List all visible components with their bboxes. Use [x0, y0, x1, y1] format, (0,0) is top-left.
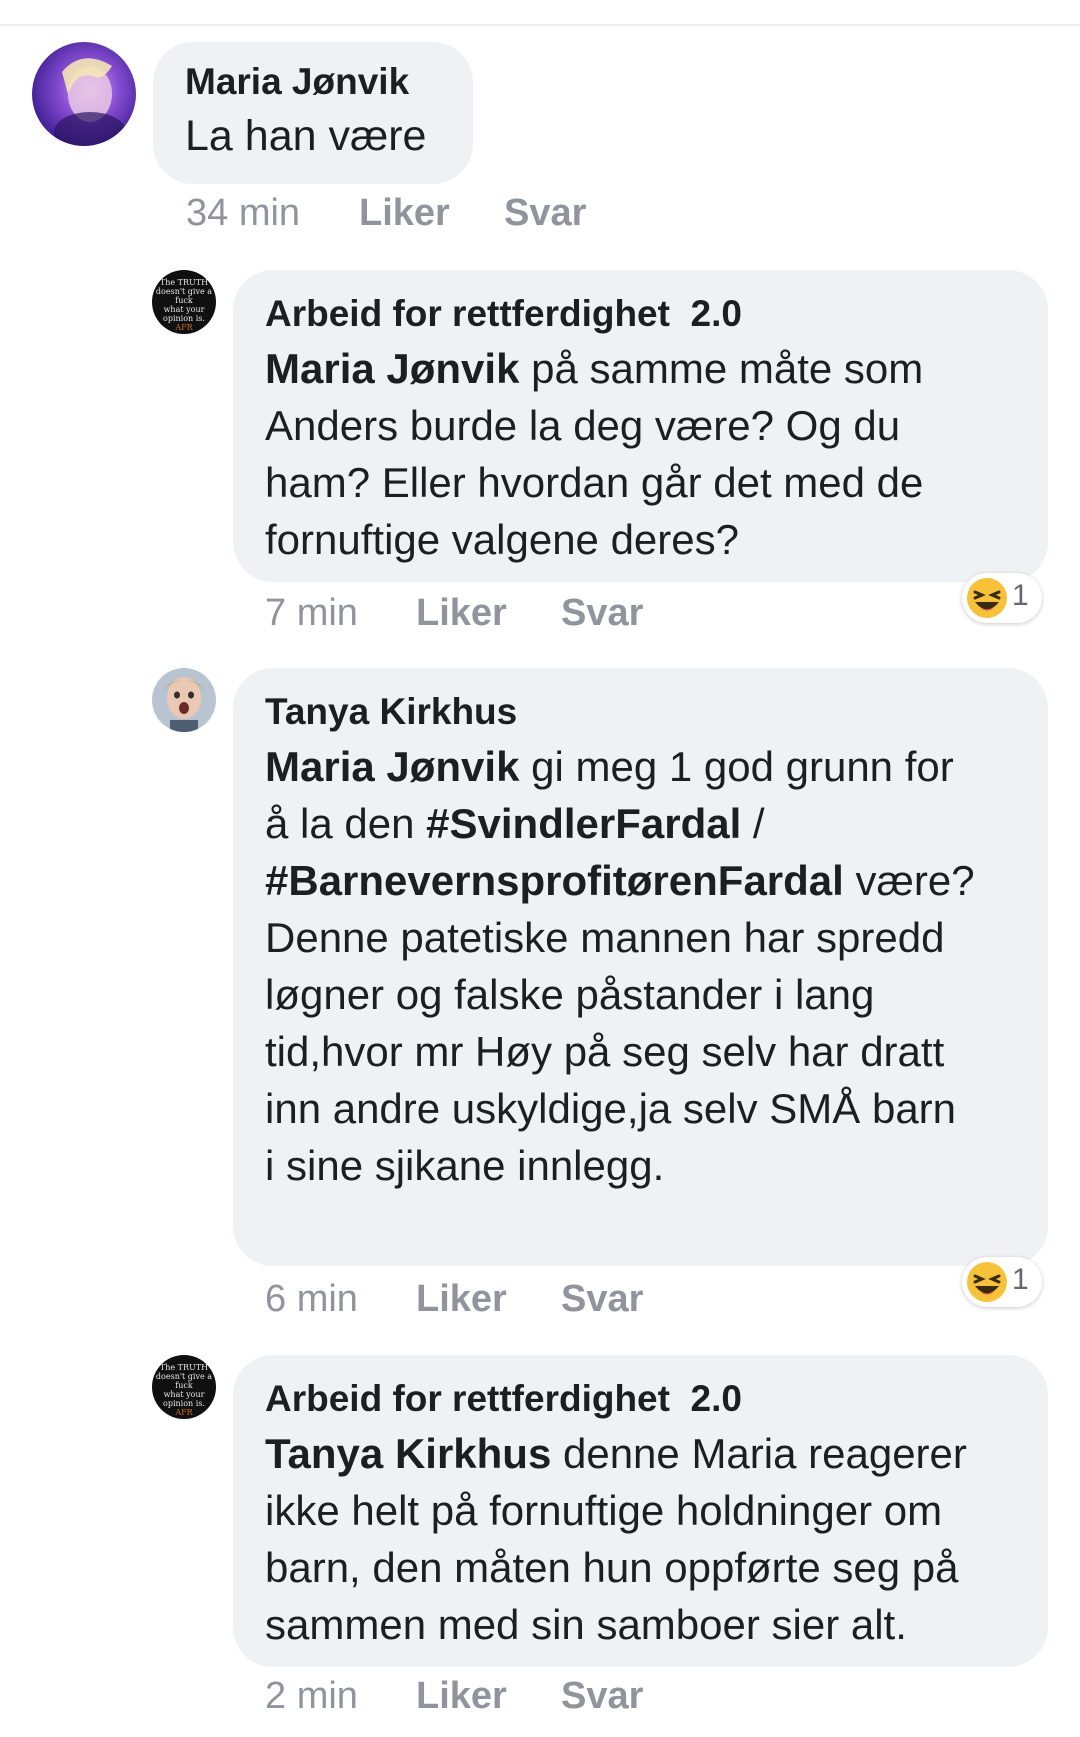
avatar-text: opinion is. [163, 1399, 205, 1408]
avatar-text: fuck [175, 1381, 193, 1390]
avatar-text: The TRUTH [159, 278, 209, 287]
like-button[interactable]: Liker [416, 1278, 507, 1321]
like-button[interactable]: Liker [416, 592, 507, 635]
avatar-afr[interactable]: The TRUTH doesn't give a fuck what your … [152, 270, 216, 334]
avatar-text: fuck [175, 296, 193, 305]
like-button[interactable]: Liker [359, 192, 450, 235]
text-line: denne Maria reagerer [551, 1430, 967, 1477]
comment-bubble: Tanya Kirkhus Maria Jønvik gi meg 1 god … [233, 668, 1048, 1266]
comment-text: Maria Jønvik på samme måte som Anders bur… [265, 340, 1016, 568]
reply-button[interactable]: Svar [561, 1675, 643, 1718]
top-divider [0, 24, 1080, 26]
text-line: barn, den måten hun oppførte seg på [265, 1544, 959, 1591]
reply-button[interactable]: Svar [561, 1278, 643, 1321]
text-line: Anders burde la deg være? Og du [265, 402, 901, 449]
comment-actions: 6 min Liker Svar [265, 1278, 785, 1324]
comment-text: Maria Jønvik gi meg 1 god grunn for å la … [265, 738, 1016, 1194]
comment-author[interactable]: Maria Jønvik [185, 60, 441, 104]
text-line: inn andre uskyldige,ja selv SMÅ barn [265, 1085, 957, 1132]
comment-author[interactable]: Tanya Kirkhus [265, 690, 1016, 734]
hashtag-link[interactable]: #BarnevernsprofitørenFardal [265, 857, 844, 904]
comment-time: 2 min [265, 1675, 358, 1717]
text-line: Denne patetiske mannen har spredd [265, 914, 945, 961]
comment-actions: 2 min Liker Svar [265, 1675, 785, 1721]
reply-button[interactable]: Svar [561, 592, 643, 635]
comment-time: 34 min [186, 192, 301, 234]
text-line: å la den [265, 800, 427, 847]
text-line: i sine sjikane innlegg. [265, 1142, 665, 1189]
laughing-emoji-icon [967, 578, 1007, 618]
avatar-text: AFR [175, 323, 193, 332]
avatar-maria[interactable] [32, 42, 136, 146]
comment-text: La han være [185, 112, 427, 160]
comment-time: 7 min [265, 592, 358, 634]
avatar-text: opinion is. [163, 314, 205, 323]
reaction-count: 1 [1012, 579, 1029, 612]
mention-link[interactable]: Tanya Kirkhus [265, 1430, 551, 1477]
avatar-text: The TRUTH [159, 1363, 209, 1372]
reaction-badge[interactable]: 1 [962, 573, 1042, 623]
comment-author[interactable]: Arbeid for rettferdighet 2.0 [265, 292, 1016, 336]
reaction-badge[interactable]: 1 [962, 1257, 1042, 1307]
hashtag-link[interactable]: #SvindlerFardal [426, 800, 741, 847]
avatar-text: AFR [175, 1408, 193, 1417]
text-line: sammen med sin samboer sier alt. [265, 1601, 907, 1648]
text-line: / [741, 800, 765, 847]
profile-photo-icon [152, 668, 216, 732]
comment-bubble: Maria Jønvik La han være [153, 42, 473, 184]
comment-author[interactable]: Arbeid for rettferdighet 2.0 [265, 1377, 1016, 1421]
reply-button[interactable]: Svar [504, 192, 586, 235]
avatar-text: what your [163, 305, 205, 314]
text-line: løgner og falske påstander i lang [265, 971, 875, 1018]
like-button[interactable]: Liker [416, 1675, 507, 1718]
comment-time: 6 min [265, 1278, 358, 1320]
profile-photo-icon [32, 42, 136, 146]
text-line: ham? Eller hvordan går det med de [265, 459, 924, 506]
comment-bubble: Arbeid for rettferdighet 2.0 Maria Jønvi… [233, 270, 1048, 582]
avatar-text: doesn't give a [155, 1372, 213, 1381]
comment-bubble: Arbeid for rettferdighet 2.0 Tanya Kirkh… [233, 1355, 1048, 1667]
text-line: på samme måte som [519, 345, 924, 392]
avatar-tanya[interactable] [152, 668, 216, 732]
reaction-count: 1 [1012, 1263, 1029, 1296]
mention-link[interactable]: Maria Jønvik [265, 345, 519, 392]
comment-actions: 7 min Liker Svar [265, 592, 785, 638]
text-line: gi meg 1 god grunn for [519, 743, 954, 790]
text-line: tid,hvor mr Høy på seg selv har dratt [265, 1028, 945, 1075]
comment-text: Tanya Kirkhus denne Maria reagerer ikke h… [265, 1425, 1016, 1653]
mention-link[interactable]: Maria Jønvik [265, 743, 519, 790]
avatar-text: what your [163, 1390, 205, 1399]
comment-actions: 34 min Liker Svar [186, 192, 706, 238]
text-line: være? [843, 857, 975, 904]
avatar-text: doesn't give a [155, 287, 213, 296]
avatar-afr[interactable]: The TRUTH doesn't give a fuck what your … [152, 1355, 216, 1419]
laughing-emoji-icon [967, 1262, 1007, 1302]
text-line: ikke helt på fornuftige holdninger om [265, 1487, 943, 1534]
text-line: fornuftige valgene deres? [265, 516, 739, 563]
